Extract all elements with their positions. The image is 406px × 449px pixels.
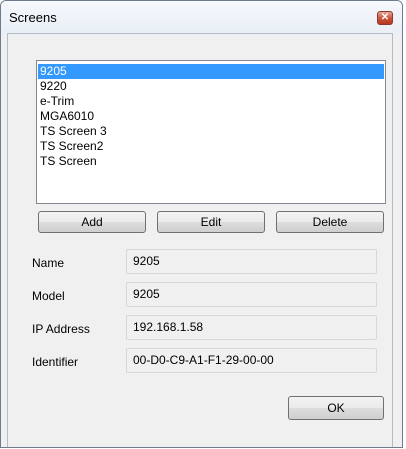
list-item[interactable]: MGA6010 (38, 109, 384, 124)
screens-list-items: 9205 9220 e-Trim MGA6010 TS Screen 3 TS Scree… (37, 64, 385, 169)
ip-address-label: IP Address (32, 322, 90, 336)
model-field: 9205 (126, 282, 377, 307)
identifier-field: 00-D0-C9-A1-F1-29-00-00 (126, 348, 377, 373)
ok-button[interactable]: OK (288, 396, 384, 420)
identifier-label: Identifier (32, 355, 79, 369)
delete-button[interactable]: Delete (276, 211, 384, 233)
edit-button[interactable]: Edit (157, 211, 265, 233)
screens-listbox[interactable]: 9205 9220 e-Trim MGA6010 TS Screen 3 TS Scree… (36, 60, 386, 204)
list-item[interactable]: TS Screen (38, 154, 384, 169)
list-item[interactable]: e-Trim (38, 94, 384, 109)
title-bar[interactable]: Screens ✕ (1, 1, 402, 35)
name-field: 9205 (126, 249, 377, 274)
list-item[interactable]: TS Screen 3 (38, 124, 384, 139)
name-label: Name (32, 256, 65, 270)
close-button[interactable]: ✕ (377, 11, 393, 25)
list-item[interactable]: TS Screen2 (38, 139, 384, 154)
close-icon: ✕ (380, 12, 390, 23)
list-item[interactable]: 9220 (38, 79, 384, 94)
ip-address-field: 192.168.1.58 (126, 315, 377, 340)
add-button[interactable]: Add (38, 211, 146, 233)
model-label: Model (32, 289, 65, 303)
dialog-title: Screens (9, 10, 57, 25)
list-item[interactable]: 9205 (38, 64, 384, 79)
